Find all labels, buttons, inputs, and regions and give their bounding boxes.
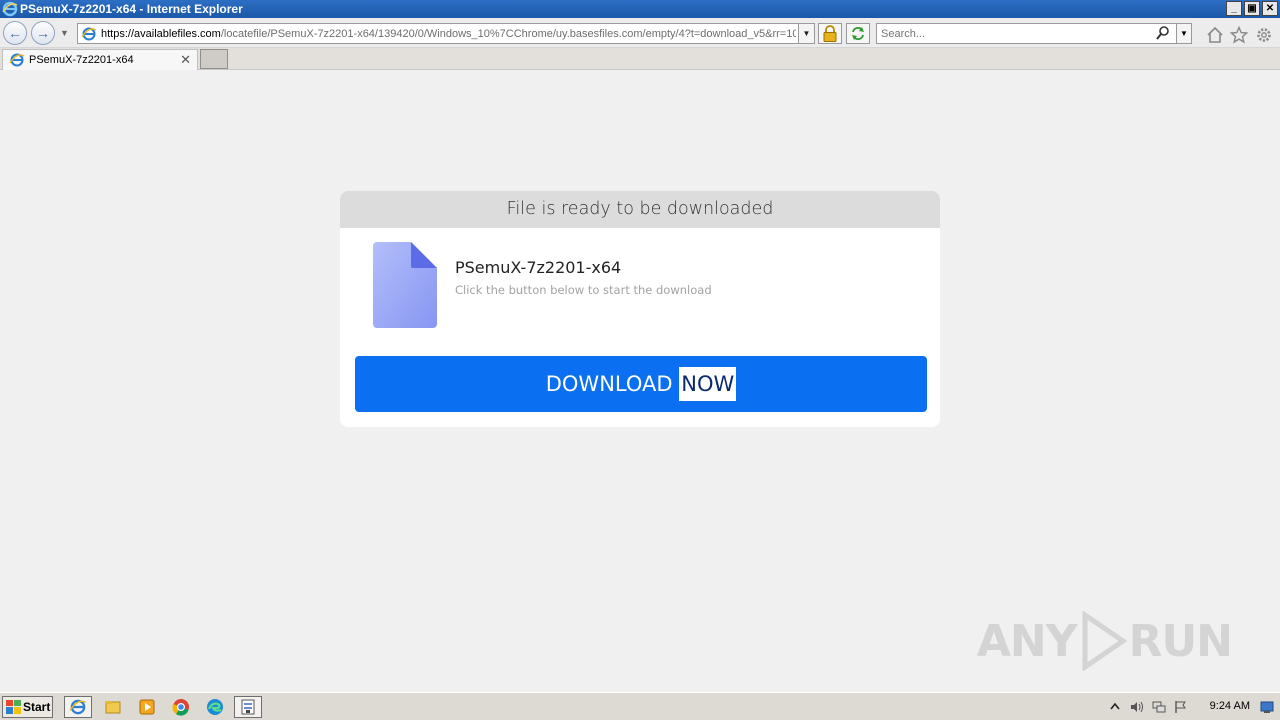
download-instructions: Click the button below to start the down… [455,283,712,297]
ie-tab-icon [9,53,25,67]
tab-active[interactable]: PSemuX-7z2201-x64 ✕ [2,49,198,70]
search-input[interactable] [881,27,1151,40]
internet-explorer-icon [69,699,87,715]
taskbar-chrome[interactable] [167,696,195,718]
windows-flag-icon [6,700,21,714]
folder-icon [105,701,121,714]
restore-button[interactable]: ▣ [1244,1,1260,16]
url-path: /locatefile/PSemuX-7z2201-x64/139420/0/W… [220,27,796,40]
action-center-flag-icon[interactable] [1174,700,1188,714]
navigation-bar: ← → ▼ https://availablefiles.com/locatef… [0,18,1280,48]
network-icon[interactable] [1152,700,1166,714]
taskbar-installer[interactable] [234,696,262,718]
lock-icon [823,25,837,42]
forward-button[interactable]: → [31,21,55,45]
anyrun-watermark: ANY RUN [976,611,1233,671]
back-button[interactable]: ← [3,21,27,45]
taskbar-clock[interactable]: 9:24 AM [1210,700,1250,712]
play-logo-icon [1082,611,1127,671]
internet-explorer-icon [2,1,18,17]
taskbar-edge[interactable] [201,696,229,718]
home-icon[interactable] [1206,26,1224,44]
taskbar: Start 9:24 AM [0,692,1280,720]
download-button-label: DOWNLOAD [545,372,673,396]
download-card: File is ready to be downloaded PSemuX-7z… [340,191,940,427]
window-titlebar: PSemuX-7z2201-x64 - Internet Explorer _ … [0,0,1280,18]
tab-close-icon[interactable]: ✕ [180,52,191,68]
file-icon [373,242,437,328]
taskbar-ie[interactable] [64,696,92,718]
tab-label: PSemuX-7z2201-x64 [29,54,134,66]
taskbar-media-player[interactable] [133,696,161,718]
close-window-button[interactable]: ✕ [1262,1,1278,16]
file-name: PSemuX-7z2201-x64 [455,258,622,277]
url-text[interactable]: https://availablefiles.com/locatefile/PS… [101,28,796,40]
taskbar-explorer[interactable] [99,696,127,718]
card-header: File is ready to be downloaded [340,191,940,228]
search-icon[interactable] [1155,25,1171,41]
history-dropdown-icon[interactable]: ▼ [60,28,69,38]
edge-icon [207,699,223,715]
download-now-button[interactable]: DOWNLOAD NOW [355,356,927,412]
system-tray: 9:24 AM [1100,693,1280,720]
minimize-button[interactable]: _ [1226,1,1242,16]
window-title: PSemuX-7z2201-x64 - Internet Explorer [20,2,243,16]
download-button-highlight: NOW [679,367,737,401]
volume-icon[interactable] [1130,700,1144,714]
address-bar[interactable]: https://availablefiles.com/locatefile/PS… [77,23,815,44]
new-tab-button[interactable] [200,49,228,69]
installer-icon [241,699,255,715]
favorites-star-icon[interactable] [1230,26,1248,44]
refresh-icon [852,27,864,40]
tab-strip: PSemuX-7z2201-x64 ✕ [0,48,1280,70]
ie-page-icon [81,27,97,40]
watermark-left: ANY [976,615,1078,667]
search-dropdown-icon[interactable]: ▼ [1176,24,1191,43]
search-box[interactable]: ▼ [876,23,1192,44]
chrome-icon [172,699,189,716]
address-dropdown-icon[interactable]: ▼ [798,24,814,43]
show-hidden-icons-icon[interactable] [1108,700,1122,714]
page-content: File is ready to be downloaded PSemuX-7z… [0,71,1280,692]
refresh-button[interactable] [846,23,870,44]
start-label: Start [23,700,51,714]
media-player-icon [139,699,155,715]
start-button[interactable]: Start [2,696,53,718]
show-desktop-icon[interactable] [1260,700,1274,714]
security-lock-button[interactable] [818,23,842,44]
watermark-right: RUN [1128,615,1233,667]
settings-gear-icon[interactable] [1255,26,1273,44]
url-domain: https://availablefiles.com [101,27,221,40]
